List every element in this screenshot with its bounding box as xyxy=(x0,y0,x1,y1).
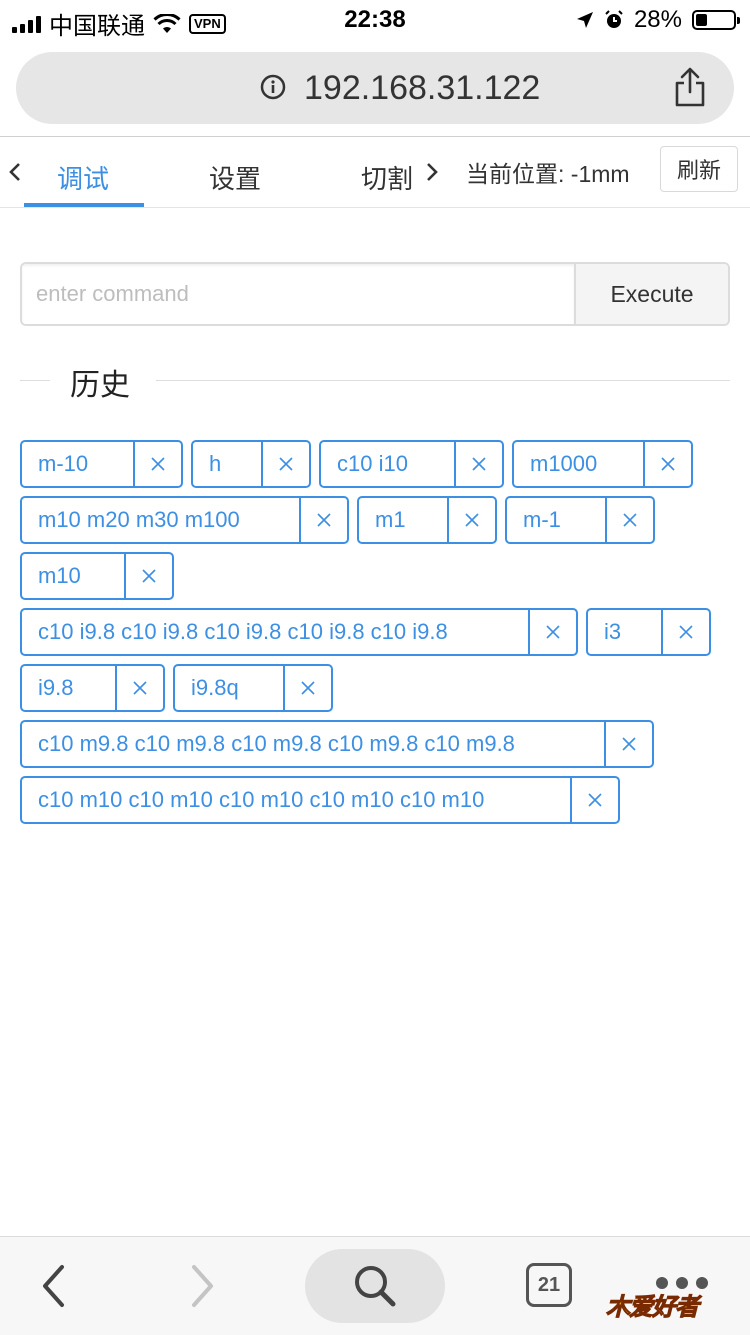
history-tag[interactable]: m1 xyxy=(357,496,497,544)
history-tag-label[interactable]: h xyxy=(193,442,261,486)
chevron-right-icon[interactable] xyxy=(424,159,440,185)
close-icon[interactable] xyxy=(261,442,309,486)
execute-button[interactable]: Execute xyxy=(574,264,728,324)
close-icon[interactable] xyxy=(528,610,576,654)
history-tag[interactable]: m-1 xyxy=(505,496,655,544)
close-icon[interactable] xyxy=(605,498,653,542)
battery-icon xyxy=(692,10,740,30)
history-tag[interactable]: m10 m20 m30 m100 xyxy=(20,496,349,544)
share-icon[interactable] xyxy=(672,66,708,108)
history-tag[interactable]: i9.8 xyxy=(20,664,165,712)
close-icon[interactable] xyxy=(133,442,181,486)
alarm-icon xyxy=(605,10,623,28)
tab-settings[interactable]: 设置 xyxy=(209,159,261,196)
back-icon[interactable] xyxy=(40,1263,68,1309)
close-icon[interactable] xyxy=(570,778,618,822)
history-tag[interactable]: m1000 xyxy=(512,440,693,488)
history-tag[interactable]: i9.8q xyxy=(173,664,333,712)
history-tag[interactable]: m10 xyxy=(20,552,174,600)
history-tag-label[interactable]: c10 i9.8 c10 i9.8 c10 i9.8 c10 i9.8 c10 … xyxy=(22,610,528,654)
history-tag-label[interactable]: i9.8 xyxy=(22,666,115,710)
close-icon[interactable] xyxy=(299,498,347,542)
close-icon[interactable] xyxy=(643,442,691,486)
close-icon[interactable] xyxy=(115,666,163,710)
location-icon xyxy=(576,12,593,28)
history-tag-label[interactable]: c10 i10 xyxy=(321,442,454,486)
close-icon[interactable] xyxy=(661,610,709,654)
logo-mark: 木 xyxy=(606,1294,631,1322)
history-tag-label[interactable]: m-1 xyxy=(507,498,605,542)
search-icon xyxy=(355,1266,396,1307)
history-tag[interactable]: c10 i10 xyxy=(319,440,504,488)
browser-toolbar: 21 木爱好者 xyxy=(0,1236,750,1335)
history-tag-label[interactable]: i3 xyxy=(588,610,661,654)
tab-debug[interactable]: 调试 xyxy=(57,159,109,196)
logo-text: 爱好者 xyxy=(629,1294,700,1322)
history-tag[interactable]: m-10 xyxy=(20,440,183,488)
tab-cutting[interactable]: 切割 xyxy=(361,159,413,196)
forward-icon[interactable] xyxy=(188,1263,216,1309)
active-tab-indicator xyxy=(24,203,144,207)
close-icon[interactable] xyxy=(283,666,331,710)
address-bar[interactable]: 192.168.31.122 xyxy=(16,52,734,124)
tab-count-button[interactable]: 21 xyxy=(526,1263,572,1307)
history-tag[interactable]: h xyxy=(191,440,311,488)
chevron-left-icon[interactable] xyxy=(4,157,24,187)
command-input[interactable] xyxy=(22,264,574,324)
search-button[interactable] xyxy=(305,1249,445,1323)
history-tag-label[interactable]: c10 m9.8 c10 m9.8 c10 m9.8 c10 m9.8 c10 … xyxy=(22,722,604,766)
history-tag[interactable]: c10 m10 c10 m10 c10 m10 c10 m10 c10 m10 xyxy=(20,776,620,824)
info-icon[interactable] xyxy=(260,74,286,100)
history-tag-label[interactable]: m1000 xyxy=(514,442,643,486)
close-icon[interactable] xyxy=(447,498,495,542)
url-text[interactable]: 192.168.31.122 xyxy=(304,69,540,108)
history-tag-label[interactable]: i9.8q xyxy=(175,666,283,710)
history-tag-label[interactable]: m10 m20 m30 m100 xyxy=(22,498,299,542)
watermark-logo: 木爱好者 xyxy=(606,1287,700,1322)
history-tag[interactable]: c10 i9.8 c10 i9.8 c10 i9.8 c10 i9.8 c10 … xyxy=(20,608,578,656)
tab-bar: 调试 设置 切割 当前位置: -1mm 刷新 xyxy=(0,137,750,208)
history-tag-label[interactable]: m1 xyxy=(359,498,447,542)
refresh-button[interactable]: 刷新 xyxy=(660,146,738,192)
status-bar: 中国联通 VPN 22:38 28% xyxy=(0,0,750,42)
close-icon[interactable] xyxy=(454,442,502,486)
history-tag-label[interactable]: m10 xyxy=(22,554,124,598)
close-icon[interactable] xyxy=(124,554,172,598)
history-tag[interactable]: c10 m9.8 c10 m9.8 c10 m9.8 c10 m9.8 c10 … xyxy=(20,720,654,768)
history-tag-label[interactable]: m-10 xyxy=(22,442,133,486)
history-tag[interactable]: i3 xyxy=(586,608,711,656)
divider-left xyxy=(20,380,50,381)
command-group: Execute xyxy=(20,262,730,326)
divider-right xyxy=(156,380,730,381)
current-position: 当前位置: -1mm xyxy=(466,161,630,187)
history-title: 历史 xyxy=(70,369,130,402)
battery-percent: 28% xyxy=(633,6,682,33)
history-tag-label[interactable]: c10 m10 c10 m10 c10 m10 c10 m10 c10 m10 xyxy=(22,778,570,822)
close-icon[interactable] xyxy=(604,722,652,766)
